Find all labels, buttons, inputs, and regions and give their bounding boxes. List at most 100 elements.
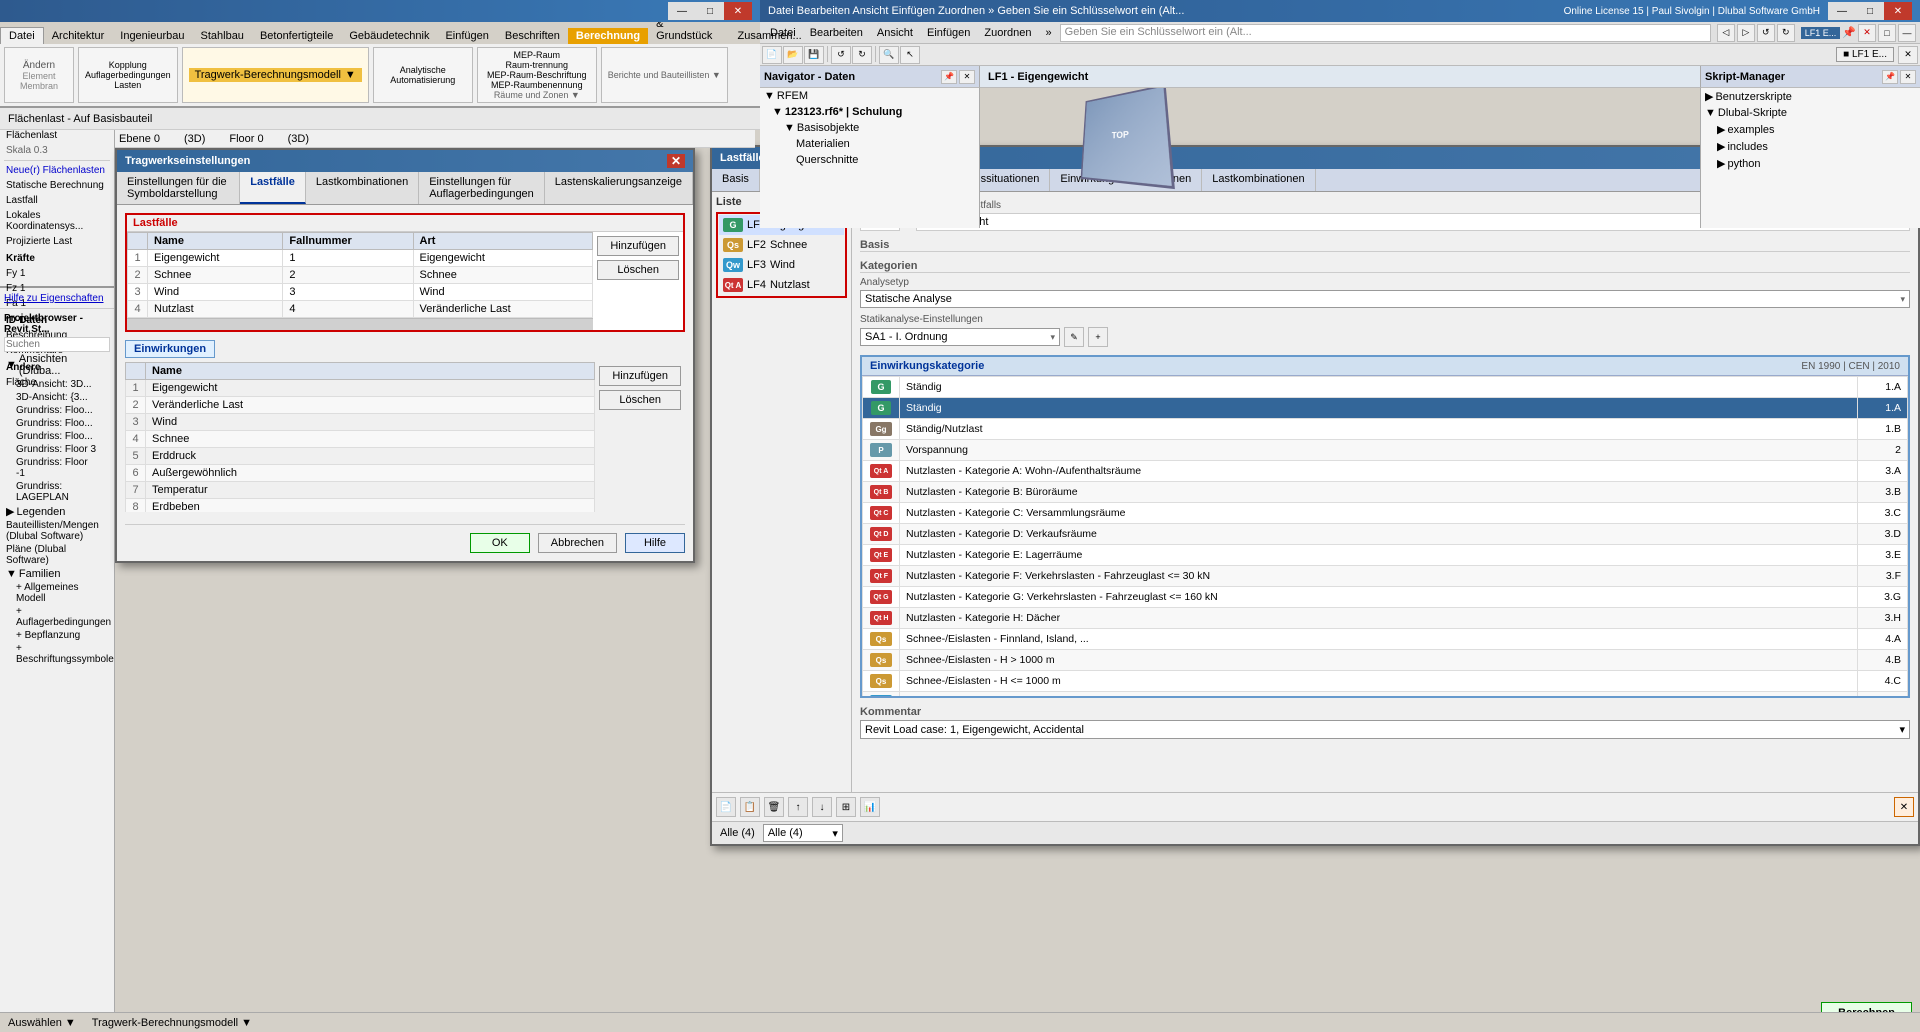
- dialog-tragwerk-close-btn[interactable]: ✕: [667, 154, 685, 168]
- kat-row-standig-nutzlast[interactable]: Gg Ständig/Nutzlast 1.B: [863, 419, 1908, 440]
- kat-row-qs-1000plus[interactable]: Qs Schnee-/Eislasten - H > 1000 m 4.B: [863, 650, 1908, 671]
- rfem-search-box[interactable]: Geben Sie ein Schlüsselwort ein (Alt...: [1060, 24, 1711, 42]
- kat-row-qtd[interactable]: Qt D Nutzlasten - Kategorie D: Verkaufsr…: [863, 524, 1908, 545]
- tab-lastkombinationen[interactable]: Lastkombinationen: [306, 172, 419, 204]
- tree-ansichten[interactable]: ▼Ansichten (Dluba...: [4, 352, 110, 378]
- tab-gebaudetechnik[interactable]: Gebäudetechnik: [341, 28, 437, 44]
- tab-datei[interactable]: Datei: [0, 27, 44, 44]
- lf-tb-chart-btn[interactable]: 📊: [860, 797, 880, 817]
- rfem-toolbar-btn-1[interactable]: ◁: [1717, 24, 1735, 42]
- rfem-tb2-btn-undo[interactable]: ↺: [831, 46, 851, 64]
- revit-minimize-btn[interactable]: —: [668, 2, 696, 20]
- dialog-hilfe-btn[interactable]: Hilfe: [625, 533, 685, 553]
- nav-project-item[interactable]: ▼ 123123.rf6* | Schulung: [760, 104, 979, 120]
- tree-beschriftungssymbole[interactable]: + Beschriftungssymbole: [4, 642, 110, 666]
- lf-statikanalyse-add-btn[interactable]: +: [1088, 327, 1108, 347]
- tab-symboldarstellung[interactable]: Einstellungen für die Symboldarstellung: [117, 172, 240, 204]
- kat-row-wind[interactable]: Qw Wind 5: [863, 692, 1908, 697]
- rfem-tb2-btn-zoom[interactable]: 🔍: [879, 46, 899, 64]
- rfem-toolbar-btn-3[interactable]: ↺: [1757, 24, 1775, 42]
- rfem-tb2-lf1-btn[interactable]: ■ LF1 E...: [1836, 47, 1894, 62]
- script-python-item[interactable]: ▶python: [1701, 155, 1920, 172]
- revit-maximize-btn[interactable]: □: [696, 2, 724, 20]
- nav-materialien-item[interactable]: Materialien: [760, 136, 979, 152]
- project-search-input[interactable]: [4, 337, 110, 352]
- lf-alle-dropdown[interactable]: Alle (4) ▾: [763, 824, 843, 842]
- tree-bauteillisten[interactable]: Bauteillisten/Mengen (Dlubal Software): [4, 519, 110, 543]
- revit-close-btn[interactable]: ✕: [724, 2, 752, 20]
- tree-grundriss-lageplan[interactable]: Grundriss: LAGEPLAN: [4, 480, 110, 504]
- tab-stahlbau[interactable]: Stahlbau: [193, 28, 252, 44]
- rfem-tb2-close-btn[interactable]: ✕: [1898, 46, 1918, 64]
- lf-tb-delete-btn[interactable]: 🗑: [764, 797, 784, 817]
- tab-ingenieurbau[interactable]: Ingenieurbau: [112, 28, 192, 44]
- rfem-minimize-btn[interactable]: —: [1828, 2, 1856, 20]
- dialog-ok-btn[interactable]: OK: [470, 533, 530, 553]
- lf-statikanalyse-dropdown[interactable]: SA1 - I. Ordnung ▾: [860, 328, 1060, 346]
- script-includes-item[interactable]: ▶includes: [1701, 138, 1920, 155]
- einw-row-1[interactable]: 1Eigengewicht: [126, 380, 595, 397]
- tab-betonfertigteile[interactable]: Betonfertigteile: [252, 28, 341, 44]
- lf-tb-merge-btn[interactable]: ⊞: [836, 797, 856, 817]
- tree-grundriss-3[interactable]: Grundriss: Floo...: [4, 430, 110, 443]
- einw-row-6[interactable]: 6Außergewöhnlich: [126, 465, 595, 482]
- lastfalle-row-1[interactable]: 1 Eigengewicht 1 Eigengewicht: [128, 250, 593, 267]
- kat-row-qta[interactable]: Qt A Nutzlasten - Kategorie A: Wohn-/Auf…: [863, 461, 1908, 482]
- lastfalle-hscroll[interactable]: [127, 318, 593, 330]
- kat-row-qte[interactable]: Qt E Nutzlasten - Kategorie E: Lagerräum…: [863, 545, 1908, 566]
- lf-tb-up-btn[interactable]: ↑: [788, 797, 808, 817]
- rfem-menu-ansicht[interactable]: Ansicht: [871, 25, 919, 41]
- view-cube[interactable]: TOP: [1081, 84, 1175, 189]
- lastfalle-row-3[interactable]: 3 Wind 3 Wind: [128, 284, 593, 301]
- tree-plane[interactable]: Pläne (Dlubal Software): [4, 543, 110, 567]
- tree-grundriss-floor3[interactable]: Grundriss: Floor 3: [4, 443, 110, 456]
- dialog-abbrechen-btn[interactable]: Abbrechen: [538, 533, 617, 553]
- lastfalle-row-4[interactable]: 4 Nutzlast 4 Veränderliche Last: [128, 301, 593, 318]
- einwirkungen-hinzufuegen-btn[interactable]: Hinzufügen: [599, 366, 681, 386]
- lf-analysetyp-dropdown[interactable]: Statische Analyse ▾: [860, 290, 1910, 308]
- script-benutzerskripte-item[interactable]: ▶Benutzerskripte: [1701, 88, 1920, 105]
- tab-lastenskalierung[interactable]: Lastenskalierungsanzeige: [545, 172, 693, 204]
- lf-tb-red-x-btn[interactable]: ✕: [1894, 797, 1914, 817]
- tab-lastfalle[interactable]: Lastfälle: [240, 172, 306, 204]
- einw-row-5[interactable]: 5Erddruck: [126, 448, 595, 465]
- script-close-btn[interactable]: ✕: [1900, 70, 1916, 84]
- tree-3d-1[interactable]: 3D-Ansicht: 3D...: [4, 378, 110, 391]
- kat-row-vorspannung[interactable]: P Vorspannung 2: [863, 440, 1908, 461]
- script-pin-btn[interactable]: 📌: [1882, 70, 1898, 84]
- tree-allgemeines[interactable]: + Allgemeines Modell: [4, 581, 110, 605]
- tree-auflagerbedingungen[interactable]: + Auflagerbedingungen: [4, 605, 110, 629]
- tree-familien[interactable]: ▼Familien: [4, 567, 110, 581]
- rfem-win-btn-max[interactable]: □: [1878, 24, 1896, 42]
- rfem-maximize-btn[interactable]: □: [1856, 2, 1884, 20]
- einw-row-8[interactable]: 8Erdbeben: [126, 499, 595, 513]
- rfem-tb2-btn-open[interactable]: 📂: [783, 46, 803, 64]
- script-examples-item[interactable]: ▶examples: [1701, 121, 1920, 138]
- kat-row-qtg[interactable]: Qt G Nutzlasten - Kategorie G: Verkehrsl…: [863, 587, 1908, 608]
- rfem-tb2-btn-save[interactable]: 💾: [804, 46, 824, 64]
- rfem-tb2-btn-new[interactable]: 📄: [762, 46, 782, 64]
- rfem-menu-zuordnen[interactable]: Zuordnen: [978, 25, 1037, 41]
- tree-3d-2[interactable]: 3D-Ansicht: {3...: [4, 391, 110, 404]
- einw-row-4[interactable]: 4Schnee: [126, 431, 595, 448]
- rfem-tb2-btn-select[interactable]: ↖: [900, 46, 920, 64]
- lastfalle-loschen-btn[interactable]: Löschen: [597, 260, 679, 280]
- hilfe-anchor[interactable]: Hilfe zu Eigenschaften: [4, 293, 104, 304]
- kat-row-qs-1000minus[interactable]: Qs Schnee-/Eislasten - H <= 1000 m 4.C: [863, 671, 1908, 692]
- nav-querschnitte-item[interactable]: Querschnitte: [760, 152, 979, 168]
- lf-tb-new-btn[interactable]: 📄: [716, 797, 736, 817]
- tragwerk-btn[interactable]: Tragwerk-Berechnungsmodell ▼: [189, 68, 362, 82]
- props-neue-flachenlasten[interactable]: Neue(r) Flächenlasten: [4, 163, 110, 178]
- rfem-win-btn-close[interactable]: ✕: [1858, 24, 1876, 42]
- kat-row-standig1[interactable]: G Ständig 1.A: [863, 377, 1908, 398]
- tab-einfugen[interactable]: Einfügen: [437, 28, 496, 44]
- kat-row-standig2[interactable]: G Ständig 1.A: [863, 398, 1908, 419]
- lf-tab-basis[interactable]: Basis: [712, 169, 760, 191]
- einw-row-2[interactable]: 2Veränderliche Last: [126, 397, 595, 414]
- lf-statikanalyse-edit-btn[interactable]: ✎: [1064, 327, 1084, 347]
- lastfalle-hinzufuegen-btn[interactable]: Hinzufügen: [597, 236, 679, 256]
- nav-basisobjekte-item[interactable]: ▼ Basisobjekte: [760, 120, 979, 136]
- rfem-tb2-btn-redo[interactable]: ↻: [852, 46, 872, 64]
- lf-list-item-lf2[interactable]: Qs LF2 Schnee: [719, 235, 844, 255]
- tree-legenden[interactable]: ▶Legenden: [4, 504, 110, 519]
